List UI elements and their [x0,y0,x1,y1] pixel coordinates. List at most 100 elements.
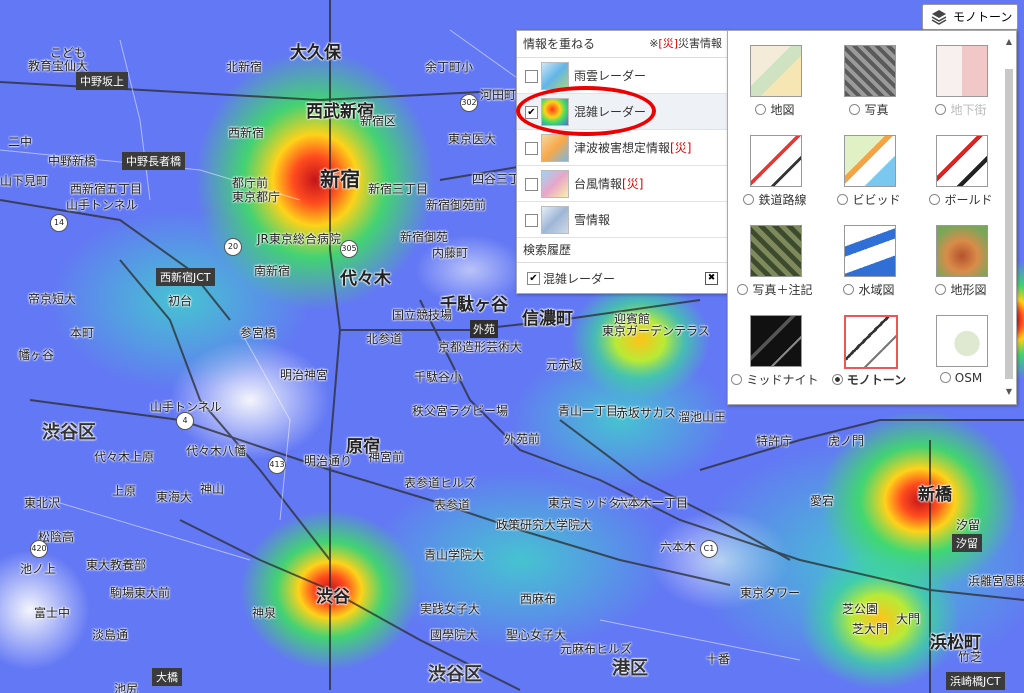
map-label: 初台 [168,294,193,308]
base-tile-vivid[interactable]: ビビッド [824,125,914,211]
scroll-thumb[interactable] [1005,69,1013,379]
map-label: 中野新橋 [48,154,97,168]
map-label: 代々木八幡 [186,444,247,458]
radio-icon [755,104,767,115]
radio-icon [929,194,941,205]
map-label: 汐留 [952,534,982,552]
map-label: 新宿御苑 [400,230,449,244]
map-label: 西新宿 [228,126,265,140]
map-label: 明治神宮 [280,368,329,382]
map-label: 二中 [8,135,33,149]
map-label: 信濃町 [522,309,573,329]
map-label: 国立競技場 [392,308,453,322]
history-item[interactable]: ✔ 混雑レーダー ✖ [517,263,728,293]
map-label: 帝京短大 [28,292,77,306]
base-tile-label: 地図 [730,101,820,118]
map-label: 外苑前 [504,432,541,446]
annotation-circle [516,86,656,136]
base-tile-railway[interactable]: 鉄道路線 [730,125,820,211]
layer-item-snow[interactable]: 雪情報 [517,202,728,238]
map-label: 港区 [612,658,648,679]
radio-icon [849,104,861,115]
route-marker-icon: 305 [340,240,358,258]
base-tile-label: 地形図 [916,281,1006,298]
radio-icon [939,372,951,383]
base-tile-osm[interactable]: OSM [916,305,1006,391]
map-label: 淡島通 [92,628,129,642]
map-label: 余丁町小 [425,60,474,74]
map-label: 虎ノ門 [828,434,865,448]
layer-checkbox[interactable] [525,70,538,83]
tile-label-text: ビビッド [852,193,901,207]
map-label: 実践女子大 [420,602,481,616]
map-label: 浜崎橋JCT [946,672,1005,690]
map-label: 浜離宮恩賜庭園 [968,574,1024,588]
map-label: 芝公園 [842,602,879,616]
radio-selected-icon [831,374,843,385]
map-label: 新宿御苑前 [426,198,487,212]
scroll-down-icon[interactable]: ▼ [1004,387,1014,397]
layer-label-text: 台風情報 [574,177,623,191]
map-label: 渋谷 [316,587,350,607]
map-label: 富士中 [34,606,71,620]
base-panel-scrollbar[interactable]: ▲ ▼ [1004,37,1014,397]
map-label: 東京タワー [740,586,801,600]
underground-thumbnail-icon [936,45,988,97]
layer-item-rain[interactable]: 雨雲レーダー [517,58,728,94]
map-label: 政策研究大学院大 [496,518,593,532]
tile-label-text: 地図 [770,103,795,117]
midnight-thumbnail-icon [750,315,802,367]
map-label: 千駄谷小 [414,370,463,384]
map-label: 渋谷区 [42,422,96,443]
map-label: 内藤町 [432,246,469,260]
map-label: 國學院大 [430,628,479,642]
map-label: 竹芝 [958,650,983,664]
tile-label-text: 地下街 [950,103,987,117]
disaster-note: ※[災]災害情報 [649,31,722,57]
route-marker-icon: 302 [460,94,478,112]
tile-label-text: OSM [954,371,983,385]
base-tile-photo-annot[interactable]: 写真＋注記 [730,215,820,301]
tile-label-text: 地形図 [950,283,987,297]
map-label: 神泉 [252,606,277,620]
map-label: 表参道 [434,498,471,512]
base-tile-underground[interactable]: 地下街 [916,35,1006,121]
map-label: 明治通り [304,454,353,468]
tile-label-text: モノトーン [846,373,907,387]
rain-thumbnail-icon [541,62,569,90]
layer-checkbox[interactable] [525,214,538,227]
base-tile-bold[interactable]: ボールド [916,125,1006,211]
map-label: 新橋 [918,485,952,505]
base-tile-midnight[interactable]: ミッドナイト [730,305,820,391]
base-map-button[interactable]: モノトーン [922,4,1018,30]
layer-item-typhoon[interactable]: 台風情報[災] [517,166,728,202]
history-checkbox[interactable]: ✔ [527,272,540,285]
scroll-up-icon[interactable]: ▲ [1004,37,1014,47]
base-tile-label: 写真＋注記 [730,281,820,298]
map-label: 新宿三丁目 [368,182,429,196]
base-tile-monotone[interactable]: モノトーン [824,305,914,391]
map-label: 北参道 [366,332,403,346]
map-label: 東大教養部 [86,558,147,572]
base-tile-photo[interactable]: 写真 [824,35,914,121]
layer-label: 台風情報[災] [574,175,643,192]
layer-checkbox[interactable] [525,142,538,155]
remove-history-icon[interactable]: ✖ [705,272,718,285]
layer-checkbox[interactable] [525,178,538,191]
bold-thumbnail-icon [936,135,988,187]
map-label: 神山 [200,482,225,496]
map-label: 西麻布 [520,592,557,606]
map-label: 参宮橋 [240,326,277,340]
base-tile-terrain[interactable]: 地形図 [916,215,1006,301]
route-marker-icon: 420 [30,540,48,558]
base-tile-water[interactable]: 水域図 [824,215,914,301]
base-tile-map[interactable]: 地図 [730,35,820,121]
map-label: 十番 [706,652,731,666]
map-label: 大久保 [290,43,341,63]
layer-item-tsunami[interactable]: 津波被害想定情報[災] [517,130,728,166]
map-label: 幡ヶ谷 [18,348,55,362]
overlay-panel-title: 情報を重ねる [523,37,596,51]
map-label: 神宮前 [368,450,405,464]
overlay-panel-header: 情報を重ねる ※[災]災害情報 [517,31,728,58]
layers-icon [931,10,947,25]
